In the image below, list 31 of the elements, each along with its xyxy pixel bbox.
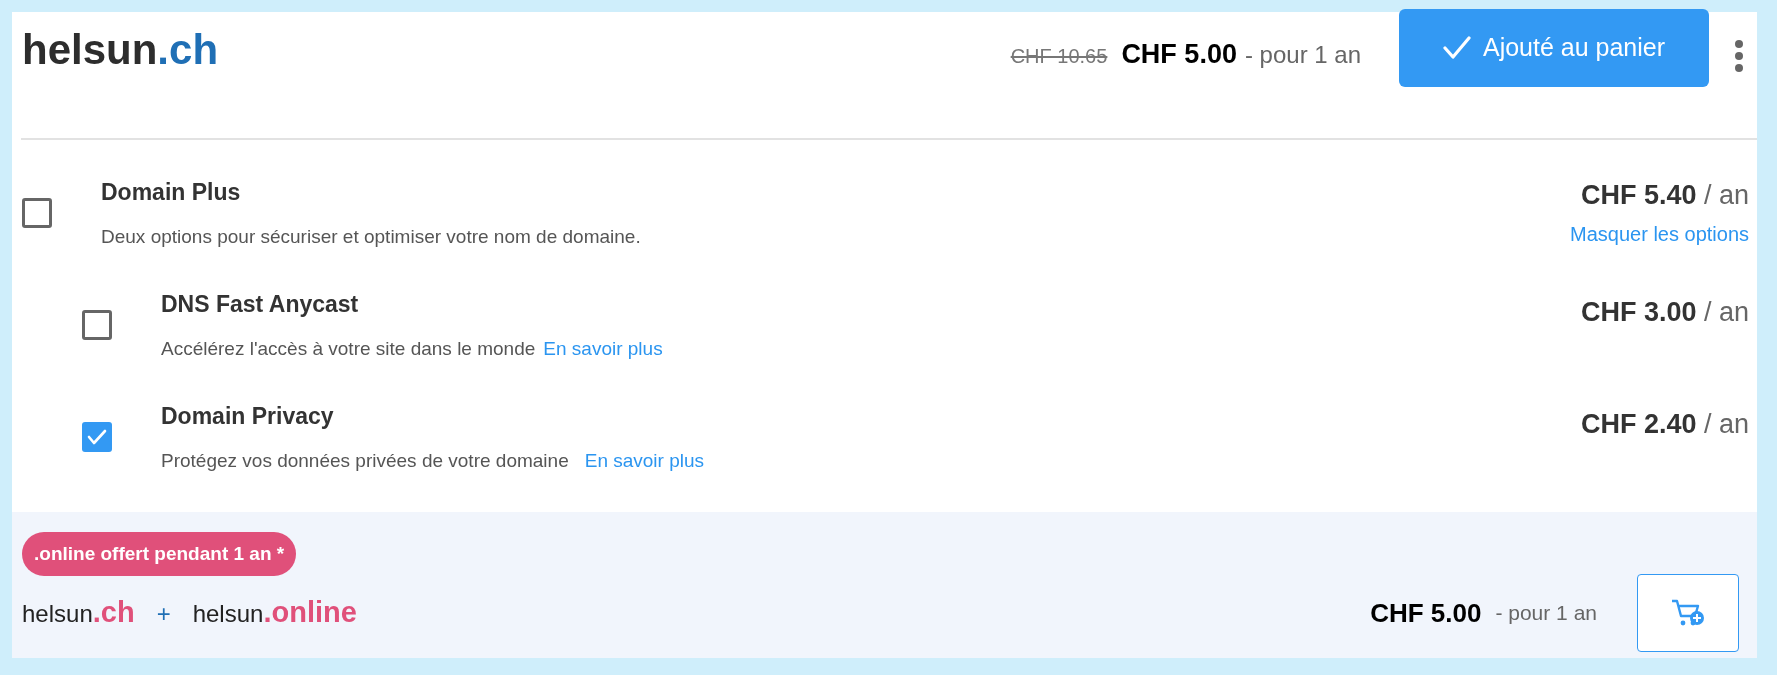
- option-description: Protégez vos données privées de votre domaine: [161, 449, 569, 473]
- promo-badge: .online offert pendant 1 an *: [22, 532, 297, 576]
- checkbox[interactable]: [82, 422, 112, 452]
- price-period: - pour 1 an: [1244, 40, 1361, 70]
- cart-plus-icon: [1671, 598, 1705, 628]
- option-title: Domain Privacy: [161, 402, 335, 431]
- plus-sign: +: [156, 599, 171, 630]
- price: CHF 5.00: [1121, 38, 1237, 71]
- bundle-domain: helsun.online: [192, 595, 357, 631]
- added-to-cart-button[interactable]: Ajouté au panier: [1399, 9, 1709, 87]
- option-title: Domain Plus: [101, 178, 242, 207]
- checkbox[interactable]: [82, 310, 112, 340]
- option-description: Deux options pour sécuriser et optimiser votre nom de domaine.: [101, 225, 642, 249]
- old-price: CHF 10.65: [1010, 44, 1108, 69]
- learn-more-link[interactable]: En savoir plus: [584, 448, 705, 474]
- bundle-price: CHF 5.00: [1370, 596, 1482, 630]
- option-price: CHF 5.40 / an: [1580, 179, 1749, 212]
- bundle-domain: helsun.ch: [22, 595, 135, 631]
- bundle-price-period: - pour 1 an: [1495, 600, 1597, 627]
- option-title: DNS Fast Anycast: [161, 290, 360, 319]
- more-options-icon[interactable]: [1735, 40, 1743, 72]
- learn-more-link[interactable]: En savoir plus: [543, 336, 663, 362]
- hide-options-link[interactable]: Masquer les options: [1570, 219, 1749, 249]
- check-icon: [1442, 36, 1471, 60]
- add-to-cart-button[interactable]: [1637, 574, 1739, 652]
- site-logo: helsun.ch: [22, 25, 219, 75]
- option-description: Accélérez l'accès à votre site dans le monde: [161, 337, 536, 361]
- option-price: CHF 3.00 / an: [1580, 296, 1749, 329]
- option-price: CHF 2.40 / an: [1580, 408, 1749, 441]
- check-icon: [87, 429, 107, 445]
- checkbox[interactable]: [22, 198, 52, 228]
